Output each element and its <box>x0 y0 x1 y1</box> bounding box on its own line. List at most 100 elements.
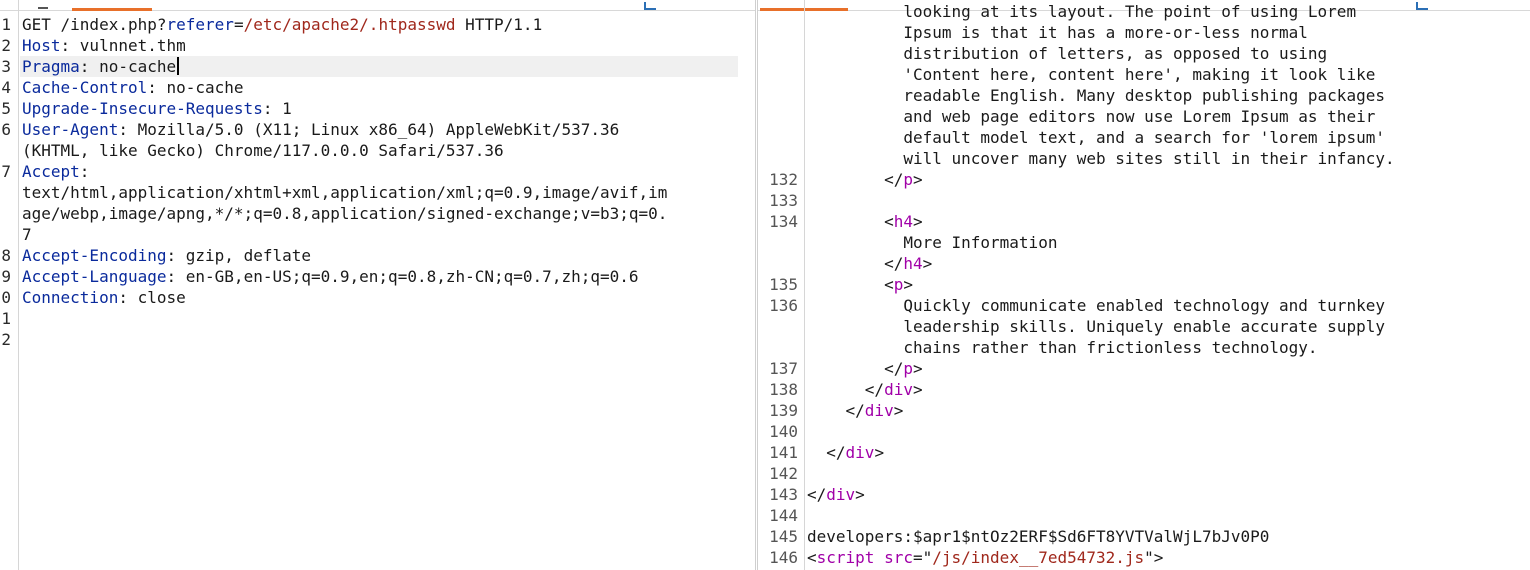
code-line[interactable]: More Information <box>758 232 1530 253</box>
code-line[interactable]: Ipsum is that it has a more-or-less norm… <box>758 22 1530 43</box>
line-text: (KHTML, like Gecko) Chrome/117.0.0.0 Saf… <box>22 140 504 161</box>
code-line[interactable]: 2 Host: vulnnet.thm <box>0 35 755 56</box>
token-plain: : no-cache <box>147 78 244 97</box>
token-plain: "> <box>1144 548 1164 567</box>
code-line[interactable]: </h4> <box>758 253 1530 274</box>
code-line[interactable]: text/html,application/xhtml+xml,applicat… <box>0 182 755 203</box>
token-plain: > <box>912 380 923 399</box>
token-tag: h4 <box>903 254 923 273</box>
token-plain: </ <box>807 359 904 378</box>
line-number: 136 <box>769 296 798 315</box>
code-line[interactable]: looking at its layout. The point of usin… <box>758 1 1530 22</box>
line-number: 135 <box>769 275 798 294</box>
code-line[interactable]: distribution of letters, as opposed to u… <box>758 43 1530 64</box>
code-line[interactable]: 'Content here, content here', making it … <box>758 64 1530 85</box>
code-line[interactable]: 7 <box>0 224 755 245</box>
line-text: 7 <box>22 224 32 245</box>
code-line[interactable]: 9 Accept-Language: en-GB,en-US;q=0.9,en;q… <box>0 266 755 287</box>
token-plain: > <box>903 275 913 294</box>
newline-icon[interactable] <box>644 2 656 10</box>
code-line[interactable]: readable English. Many desktop publishin… <box>758 85 1530 106</box>
token-plain: > <box>874 443 885 462</box>
code-line[interactable]: 145 developers:$apr1$ntOz2ERF$Sd6FT8YVTVa… <box>758 526 1530 547</box>
token-plain: > <box>912 212 923 231</box>
token-h: Host <box>22 36 61 55</box>
code-line[interactable]: 0 Connection: close <box>0 287 755 308</box>
code-line[interactable]: and web page editors now use Lorem Ipsum… <box>758 106 1530 127</box>
token-plain: GET /index.php? <box>22 15 167 34</box>
token-plain: </ <box>807 380 885 399</box>
line-text: Upgrade-Insecure-Requests: 1 <box>22 98 292 119</box>
token-plain: and web page editors now use Lorem Ipsum… <box>807 107 1376 126</box>
line-text: distribution of letters, as opposed to u… <box>807 43 1327 64</box>
code-line[interactable]: 5 Upgrade-Insecure-Requests: 1 <box>0 98 755 119</box>
code-line[interactable]: 134 <h4> <box>758 211 1530 232</box>
token-tag: p <box>893 275 904 294</box>
code-line[interactable]: will uncover many web sites still in the… <box>758 148 1530 169</box>
response-viewer-pane[interactable]: looking at its layout. The point of usin… <box>757 0 1530 570</box>
code-line[interactable]: 8 Accept-Encoding: gzip, deflate <box>0 245 755 266</box>
token-plain: > <box>922 254 933 273</box>
code-line[interactable]: 4 Cache-Control: no-cache <box>0 77 755 98</box>
token-plain: 'Content here, content here', making it … <box>807 65 1376 84</box>
token-plain: developers:$apr1$ntOz2ERF$Sd6FT8YVTValWj… <box>807 527 1270 546</box>
code-line[interactable]: 1 <box>0 308 755 329</box>
line-number: 142 <box>769 464 798 483</box>
code-line[interactable]: 2 <box>0 329 755 350</box>
code-line[interactable]: 1 GET /index.php?referer=/etc/apache2/.ht… <box>0 14 755 35</box>
token-plain: = <box>233 15 244 34</box>
line-text: </div> <box>807 484 865 505</box>
line-number: 9 <box>1 267 11 286</box>
line-number: 2 <box>1 330 11 349</box>
code-line[interactable]: 146 <script src="/js/index__7ed54732.js"> <box>758 547 1530 568</box>
line-text: Accept-Language: en-GB,en-US;q=0.9,en;q=… <box>22 266 639 287</box>
code-line[interactable]: 6 User-Agent: Mozilla/5.0 (X11; Linux x86… <box>0 119 755 140</box>
line-number: 0 <box>1 288 11 307</box>
code-line[interactable]: 141 </div> <box>758 442 1530 463</box>
token-tag: div <box>864 401 894 420</box>
line-number: 133 <box>769 191 798 210</box>
token-tag: div <box>884 380 913 399</box>
code-line[interactable]: default model text, and a search for 'lo… <box>758 127 1530 148</box>
line-text: 'Content here, content here', making it … <box>807 64 1375 85</box>
code-line[interactable]: 133 <box>758 190 1530 211</box>
code-line[interactable]: 136 Quickly communicate enabled technolo… <box>758 295 1530 316</box>
line-text: </div> <box>807 379 923 400</box>
token-plain: </ <box>807 170 904 189</box>
line-text: Accept: <box>22 161 89 182</box>
code-line[interactable]: age/webp,image/apng,*/*;q=0.8,applicatio… <box>0 203 755 224</box>
token-plain: chains rather than frictionless technolo… <box>807 338 1318 357</box>
line-text: default model text, and a search for 'lo… <box>807 127 1385 148</box>
token-tag: h4 <box>893 212 913 231</box>
line-text: </h4> <box>807 253 932 274</box>
token-tag: div <box>826 485 856 504</box>
line-text: readable English. Many desktop publishin… <box>807 85 1385 106</box>
code-line[interactable]: 7 Accept: <box>0 161 755 182</box>
token-plain: =" <box>912 548 933 567</box>
code-line[interactable]: (KHTML, like Gecko) Chrome/117.0.0.0 Saf… <box>0 140 755 161</box>
line-text: More Information <box>807 232 1057 253</box>
code-line[interactable]: 142 <box>758 463 1530 484</box>
code-line[interactable]: 139 </div> <box>758 400 1530 421</box>
token-tag: p <box>903 170 913 189</box>
code-line[interactable]: 135 <p> <box>758 274 1530 295</box>
request-editor-pane[interactable]: 1 GET /index.php?referer=/etc/apache2/.ht… <box>0 0 756 570</box>
code-line[interactable]: 137 </p> <box>758 358 1530 379</box>
code-line[interactable]: 138 </div> <box>758 379 1530 400</box>
code-line[interactable]: 3 Pragma: no-cache <box>0 56 755 77</box>
line-number: 146 <box>769 548 798 567</box>
token-plain: : <box>79 162 90 181</box>
token-h: Accept-Encoding <box>22 246 167 265</box>
code-line[interactable]: 144 <box>758 505 1530 526</box>
code-line[interactable]: 132 </p> <box>758 169 1530 190</box>
line-number: 2 <box>1 36 11 55</box>
code-line[interactable]: chains rather than frictionless technolo… <box>758 337 1530 358</box>
tab-active-indicator[interactable] <box>72 8 152 11</box>
token-plain: : close <box>118 288 186 307</box>
code-line[interactable]: 143 </div> <box>758 484 1530 505</box>
line-number: 138 <box>769 380 798 399</box>
code-line[interactable]: leadership skills. Uniquely enable accur… <box>758 316 1530 337</box>
line-text: developers:$apr1$ntOz2ERF$Sd6FT8YVTValWj… <box>807 526 1269 547</box>
token-h: User-Agent <box>22 120 119 139</box>
code-line[interactable]: 140 <box>758 421 1530 442</box>
